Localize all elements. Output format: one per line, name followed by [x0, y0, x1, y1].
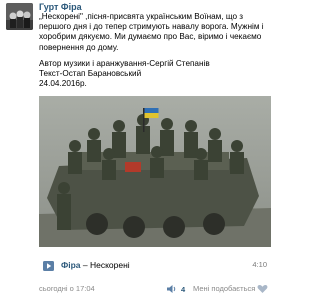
post-photo[interactable] — [39, 96, 271, 247]
author-name[interactable]: Гурт Фіра — [39, 2, 82, 12]
credit-music: Автор музики і аранжування-Сергій Степан… — [39, 59, 210, 68]
likes-count: 4 — [181, 284, 186, 294]
play-icon[interactable] — [43, 261, 54, 271]
speaker-icon — [167, 285, 176, 293]
audio-track[interactable]: Фіра – Нескорені 4:10 — [39, 259, 271, 273]
post-text: „Нескорені" ,пісня-присвята українським … — [39, 12, 264, 52]
audio-song-title[interactable]: Нескорені — [90, 260, 130, 270]
heart-icon[interactable] — [257, 284, 268, 294]
credit-text: Текст-Остап Барановський — [39, 69, 142, 79]
audio-separator: – — [80, 260, 90, 270]
post-credits: Автор музики і аранжування-Сергій Степан… — [39, 59, 271, 90]
post-timestamp[interactable]: сьогодні о 17:04 — [39, 284, 95, 293]
post-footer: сьогодні о 17:04 4 Мені подобається — [39, 282, 275, 296]
audio-artist[interactable]: Фіра — [61, 260, 81, 270]
avatar-image — [6, 3, 33, 30]
like-label[interactable]: Мені подобається — [193, 284, 255, 293]
audio-duration: 4:10 — [252, 260, 267, 269]
credit-date: 24.04.2016р. — [39, 79, 87, 89]
photo-image — [39, 96, 271, 247]
audio-title[interactable]: Фіра – Нескорені — [61, 260, 130, 270]
likes[interactable]: 4 — [166, 282, 185, 296]
author-avatar[interactable] — [6, 3, 33, 30]
